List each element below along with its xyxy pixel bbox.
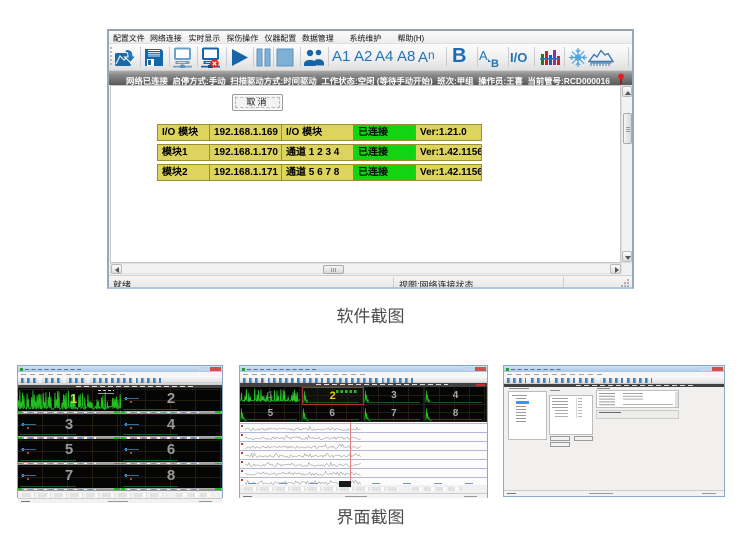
svg-text:B: B (491, 58, 499, 68)
svg-text:A: A (479, 48, 488, 63)
